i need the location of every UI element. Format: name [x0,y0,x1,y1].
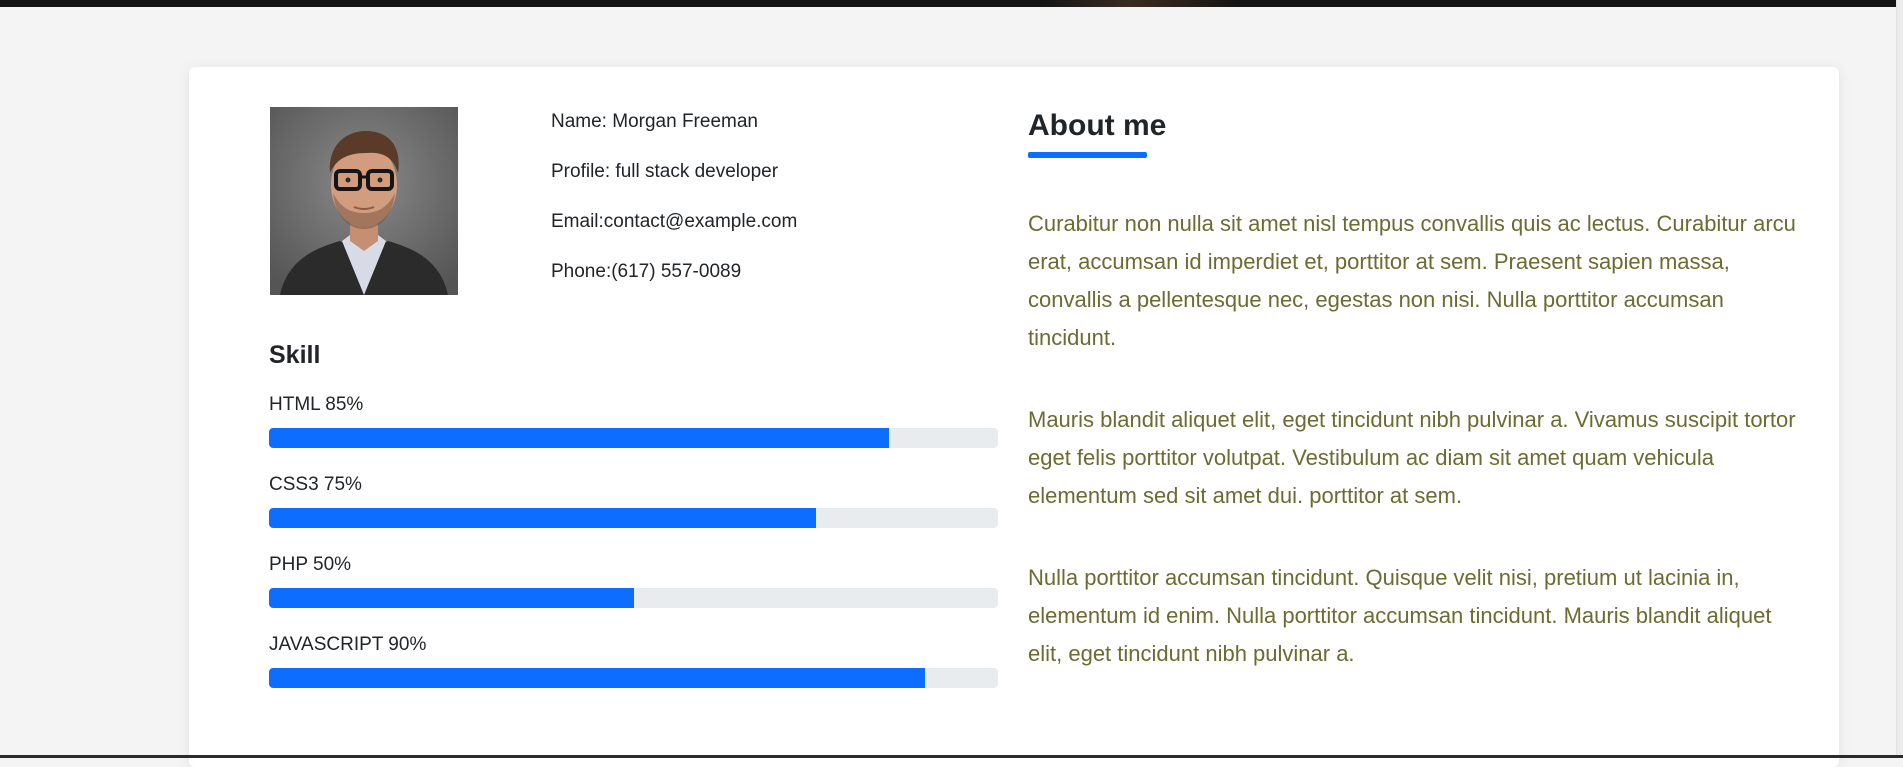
skill-label: PHP 50% [269,554,352,575]
skills-list: HTML 85% CSS3 75% PHP 50% JAVASCRIPT 90% [269,394,998,714]
progress-track [269,508,998,528]
skill-label: CSS3 75% [269,474,362,495]
skill-html: HTML 85% [269,394,998,474]
profile-photo [270,107,458,295]
window-scrollbar-edge[interactable] [1896,0,1903,758]
profile-phone: Phone:(617) 557-0089 [551,261,742,282]
about-heading: About me [1028,109,1167,142]
profile-role: Profile: full stack developer [551,161,779,182]
top-dark-strip [0,0,1903,7]
about-paragraph: Curabitur non nulla sit amet nisl tempus… [1028,211,1796,350]
skill-label: HTML 85% [269,394,364,415]
progress-fill [269,668,926,688]
progress-fill [269,588,634,608]
profile-email: Email:contact@example.com [551,211,798,232]
top-strip-image-edge [1040,0,1240,7]
about-card: Name: Morgan Freeman Profile: full stack… [189,67,1839,767]
progress-fill [269,428,889,448]
skill-php: PHP 50% [269,554,998,634]
progress-track [269,668,998,688]
skill-label: JAVASCRIPT 90% [269,634,427,655]
progress-track [269,428,998,448]
progress-fill [269,508,816,528]
about-section: About me Curabitur non nulla sit amet ni… [1028,105,1808,673]
about-paragraph: Nulla porttitor accumsan tincidunt. Quis… [1028,565,1772,666]
progress-track [269,588,998,608]
skill-javascript: JAVASCRIPT 90% [269,634,998,714]
profile-photo-image [270,107,458,295]
profile-name: Name: Morgan Freeman [551,111,758,132]
heading-underline [1028,152,1147,158]
skills-heading: Skill [269,341,321,369]
profile-info: Name: Morgan Freeman Profile: full stack… [551,109,1011,309]
skill-css3: CSS3 75% [269,474,998,554]
about-paragraph: Mauris blandit aliquet elit, eget tincid… [1028,407,1796,508]
